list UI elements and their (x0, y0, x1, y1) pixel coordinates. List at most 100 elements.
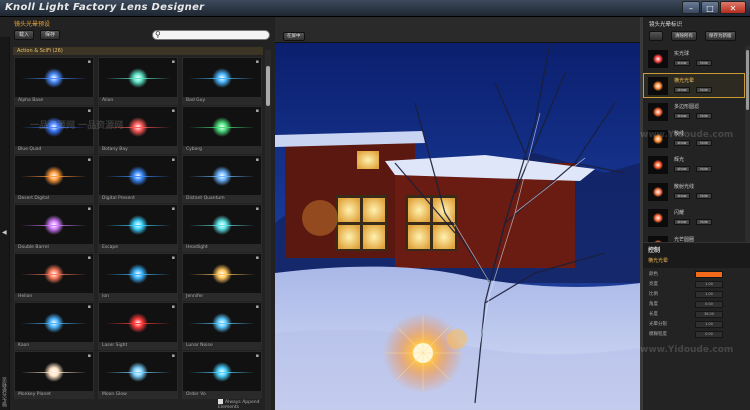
elements-scrollbar[interactable] (745, 46, 750, 256)
property-row: 比例 1.00 (643, 290, 750, 300)
clear-all-button[interactable]: 清除所有 (671, 31, 697, 41)
save-as-new-button[interactable]: 保存为新版 (705, 31, 736, 41)
lens-element-item[interactable]: 多边形圆滤 show hide (643, 99, 745, 124)
element-show-button[interactable]: show (674, 166, 690, 172)
preset-thumbnail[interactable]: ▪ Digital Present (98, 155, 178, 203)
preset-thumbnail[interactable]: ▪ Lunar Noise (182, 302, 262, 350)
maximize-button[interactable]: □ (701, 1, 719, 14)
lock-icon: ▪ (87, 108, 91, 114)
preset-thumbnail[interactable]: ▪ Helion (14, 253, 94, 301)
flare-streak (189, 78, 255, 79)
preset-name: Jennifer (183, 293, 261, 301)
minimize-button[interactable]: – (682, 1, 700, 14)
preset-thumbnail[interactable]: ▪ Double Barrel (14, 204, 94, 252)
lock-icon: ▪ (87, 353, 91, 359)
element-hide-button[interactable]: hide (696, 192, 712, 199)
property-value-field[interactable]: 1.00 (695, 321, 723, 328)
element-glow-icon (653, 160, 663, 170)
preset-thumbnail[interactable]: ▪ Distant Quantum (182, 155, 262, 203)
flare-preview (183, 107, 261, 147)
element-show-button[interactable]: show (674, 192, 690, 199)
load-button[interactable]: 载入 (14, 30, 35, 40)
property-row: 颜色 (643, 270, 750, 280)
property-value-field[interactable]: 0.00 (695, 331, 723, 338)
color-swatch[interactable] (695, 271, 723, 278)
lens-element-item[interactable]: 闪耀 show hide (643, 205, 745, 230)
preset-search-input[interactable]: ⚲ (152, 30, 270, 40)
property-row: 角度 0.00 (643, 300, 750, 310)
preset-name: Ion (99, 293, 177, 301)
preset-thumbnail[interactable]: ▪ Headlight (182, 204, 262, 252)
lens-element-item[interactable]: 散射光线 show hide (643, 179, 745, 204)
property-label: 模糊程度 (649, 332, 667, 337)
flare-streak (189, 127, 255, 128)
preset-scrollbar[interactable] (265, 50, 271, 410)
flare-preview (15, 352, 93, 392)
flare-preview (183, 352, 261, 392)
element-show-button[interactable]: show (674, 60, 690, 66)
property-label: 长度 (649, 312, 658, 317)
preset-thumbnail[interactable]: ▪ Monkey Planet (14, 351, 94, 399)
add-element-button[interactable] (649, 31, 663, 41)
preset-thumbnail[interactable]: ▪ Laser Sight (98, 302, 178, 350)
lock-icon: ▪ (255, 108, 259, 114)
element-hide-button[interactable]: hide (696, 166, 712, 172)
property-label: 光晕分裂 (649, 322, 667, 327)
preset-thumbnail[interactable]: ▪ Jennifer (182, 253, 262, 301)
preset-thumbnail[interactable]: ▪ Alpha Base (14, 57, 94, 105)
lock-icon: ▪ (171, 353, 175, 359)
element-show-button[interactable]: show (674, 139, 690, 146)
property-value-field[interactable]: 36.00 (695, 311, 723, 318)
preview-image[interactable] (275, 43, 640, 410)
side-collapse-tab[interactable]: ◀ 镜头光晕预设 (0, 37, 10, 410)
lens-element-item[interactable]: 实光球 show hide (643, 46, 745, 71)
lens-element-item[interactable]: 辉光 show hide (643, 152, 745, 177)
element-hide-button[interactable]: hide (696, 60, 712, 66)
preset-thumbnail[interactable]: ▪ Bad Guy (182, 57, 262, 105)
element-thumbnail (648, 76, 668, 95)
flare-preview (15, 205, 93, 245)
property-value-field[interactable]: 1.00 (695, 291, 723, 298)
preset-name: Order Vo (183, 391, 261, 399)
property-value-field[interactable]: 0.00 (695, 301, 723, 308)
lock-icon: ▪ (255, 255, 259, 261)
preset-thumbnail[interactable]: ▪ Alion (98, 57, 178, 105)
element-name: 实光球 (674, 51, 690, 57)
scroll-thumb[interactable] (746, 50, 749, 110)
append-elements-checkbox[interactable]: Always Append Elements (218, 399, 275, 410)
flare-preview (99, 58, 177, 98)
preset-thumbnail[interactable]: ▪ Kaon (14, 302, 94, 350)
scroll-thumb[interactable] (266, 66, 270, 106)
preset-name: Alion (99, 97, 177, 105)
preset-thumbnail[interactable]: ▪ Order Vo (182, 351, 262, 399)
element-hide-button[interactable]: hide (696, 139, 712, 146)
preset-category-header[interactable]: Action & SciFi (26) (13, 47, 263, 55)
element-hide-button[interactable]: hide (696, 86, 712, 93)
property-value-field[interactable]: 1.00 (695, 281, 723, 288)
flare-preview (15, 254, 93, 294)
preset-name: Alpha Base (15, 97, 93, 105)
element-hide-button[interactable]: hide (696, 219, 712, 225)
preset-thumbnail[interactable]: ▪ Escape (98, 204, 178, 252)
preset-thumbnail[interactable]: ▪ Cyborg (182, 106, 262, 154)
property-row: 模糊程度 0.00 (643, 330, 750, 340)
element-show-button[interactable]: show (674, 219, 690, 225)
element-thumbnail (648, 103, 668, 121)
preset-thumbnail[interactable]: ▪ Moon Glow (98, 351, 178, 399)
flare-preview (99, 254, 177, 294)
flare-streak (21, 323, 87, 324)
element-show-button[interactable]: show (674, 113, 690, 119)
checkbox-box[interactable] (218, 399, 223, 404)
preset-thumbnail[interactable]: ▪ Ion (98, 253, 178, 301)
lens-element-item[interactable]: 横光光晕 show hide (643, 72, 745, 98)
element-hide-button[interactable]: hide (696, 113, 712, 119)
element-show-button[interactable]: show (674, 86, 690, 93)
view-mode-button[interactable]: 在屏中 (283, 32, 305, 41)
preset-thumbnail[interactable]: ▪ Desert Digital (14, 155, 94, 203)
element-name: 闪耀 (674, 210, 685, 216)
element-name: 多边形圆滤 (674, 104, 700, 110)
flare-preview (99, 205, 177, 245)
element-thumbnail (648, 209, 668, 227)
close-button[interactable]: ✕ (720, 1, 746, 14)
save-button[interactable]: 保存 (40, 30, 61, 40)
